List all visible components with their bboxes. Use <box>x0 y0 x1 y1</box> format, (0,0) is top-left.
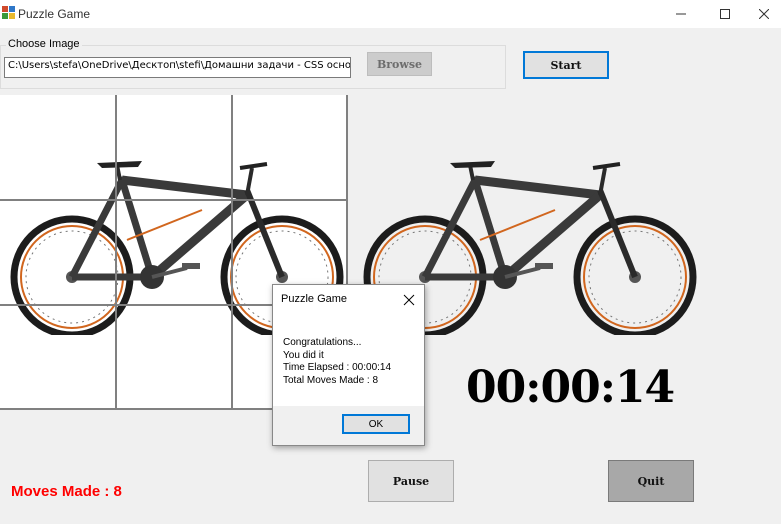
title-bar: Puzzle Game <box>0 0 781 28</box>
dialog-message-line: Total Moves Made : 8 <box>283 374 379 386</box>
maximize-icon <box>720 9 730 19</box>
maximize-button[interactable] <box>702 0 748 28</box>
congratulations-dialog: Puzzle Game Congratulations... You did i… <box>272 284 425 446</box>
grid-line <box>0 199 348 201</box>
dialog-close-button[interactable] <box>403 293 415 306</box>
quit-button[interactable]: Quit <box>608 460 694 502</box>
dialog-message-line: You did it <box>283 349 324 361</box>
image-path-input[interactable]: C:\Users\stefa\OneDrive\Десктоп\stefi\До… <box>4 57 351 78</box>
pause-button[interactable]: Pause <box>368 460 454 502</box>
app-icon <box>2 6 16 20</box>
close-button[interactable] <box>746 0 781 28</box>
grid-line <box>115 95 117 410</box>
dialog-footer: OK <box>273 406 424 445</box>
elapsed-timer: 00:00:14 <box>466 362 675 413</box>
dialog-message-line: Time Elapsed : 00:00:14 <box>283 362 392 373</box>
ok-button[interactable]: OK <box>342 414 410 434</box>
browse-button[interactable]: Browse <box>367 52 432 76</box>
dialog-title: Puzzle Game <box>281 293 348 305</box>
window-title: Puzzle Game <box>18 7 91 21</box>
choose-image-group: Choose Image C:\Users\stefa\OneDrive\Дес… <box>0 38 506 89</box>
moves-made-label: Moves Made : 8 <box>11 483 122 500</box>
grid-line <box>231 95 233 410</box>
close-icon <box>758 9 769 19</box>
dialog-message-line: Congratulations... <box>283 337 362 348</box>
choose-image-label: Choose Image <box>6 38 82 50</box>
minimize-button[interactable] <box>658 0 704 28</box>
dialog-message: Congratulations... You did it Time Elaps… <box>283 337 391 387</box>
minimize-icon <box>676 13 686 15</box>
close-icon <box>403 294 415 306</box>
start-button[interactable]: Start <box>523 51 609 79</box>
